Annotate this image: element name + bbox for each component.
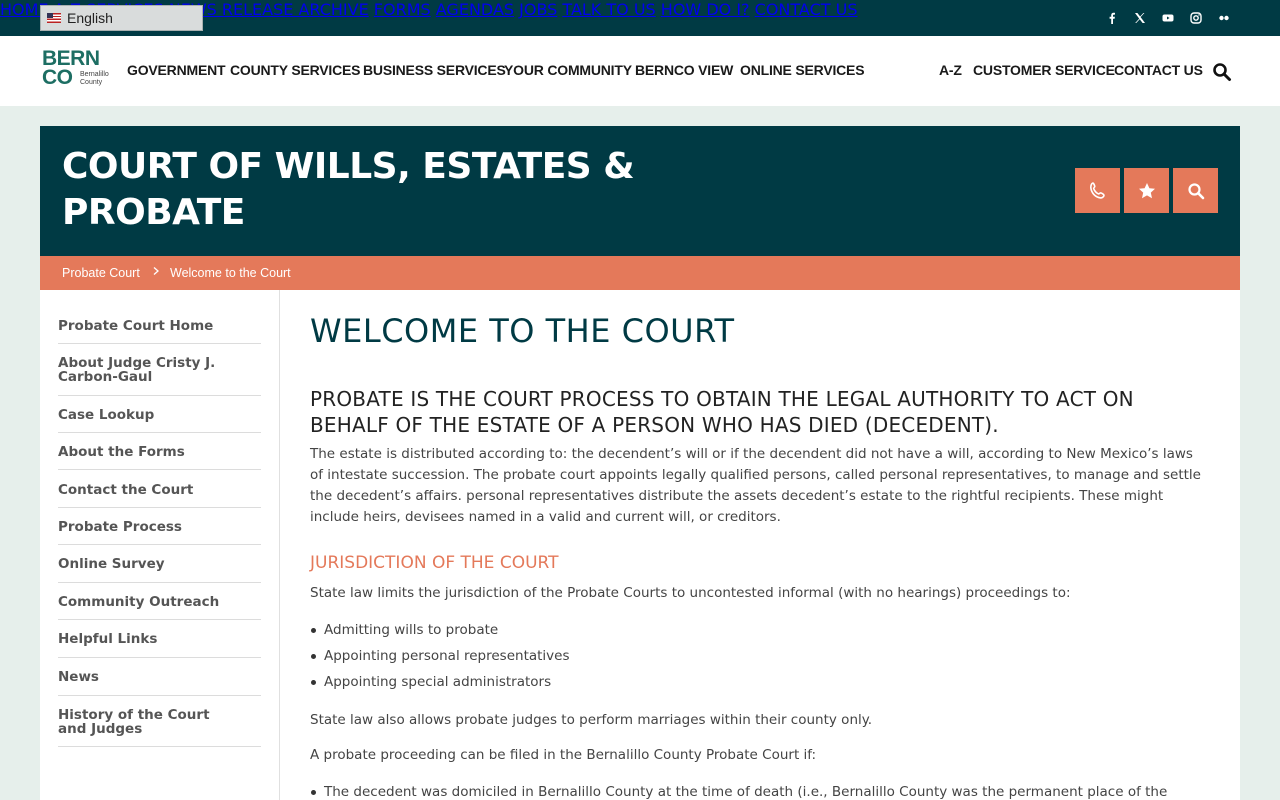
facebook-icon[interactable]	[1104, 10, 1120, 26]
filing-list: The decedent was domiciled in Bernalillo…	[310, 782, 1167, 800]
sidebar-item-label: Case Lookup	[58, 407, 155, 423]
logo-subtext: Bernalillo County	[80, 71, 109, 86]
sidebar-nav: Probate Court Home About Judge Cristy J.…	[40, 290, 280, 800]
util-nav-forms[interactable]: FORMS	[374, 0, 431, 19]
nav-county-services[interactable]: COUNTY SERVICES	[230, 62, 360, 78]
bernco-logo[interactable]: BERN CO Bernalillo County	[42, 48, 116, 88]
page-banner: COURT OF WILLS, ESTATES & PROBATE	[40, 126, 1240, 256]
x-icon[interactable]	[1132, 10, 1148, 26]
sidebar-item-about-judge[interactable]: About Judge Cristy J. Carbon-Gaul	[58, 344, 261, 396]
util-nav-talk-to-us[interactable]: TALK TO US	[562, 0, 655, 19]
nav-online-services[interactable]: ONLINE SERVICES	[740, 62, 865, 78]
chevron-right-icon	[151, 264, 161, 281]
breadcrumb: Probate Court Welcome to the Court	[40, 256, 1240, 290]
star-icon	[1138, 182, 1155, 198]
flickr-icon[interactable]	[1216, 10, 1232, 26]
page-title: WELCOME TO THE COURT	[310, 312, 735, 350]
nav-customer-service[interactable]: CUSTOMER SERVICE	[973, 62, 1115, 78]
nav-your-community[interactable]: YOUR COMMUNITY	[504, 62, 632, 78]
list-item: The decedent was domiciled in Bernalillo…	[310, 782, 1167, 800]
marriage-text: State law also allows probate judges to …	[310, 712, 873, 728]
sidebar-item-label: Helpful Links	[58, 631, 158, 647]
banner-search-button[interactable]	[1173, 168, 1218, 213]
nav-government[interactable]: GOVERNMENT	[127, 62, 226, 78]
nav-business-services[interactable]: BUSINESS SERVICES	[363, 62, 506, 78]
sidebar-item-label: About Judge Cristy J. Carbon-Gaul	[58, 355, 216, 385]
sidebar-item-label: Probate Court Home	[58, 318, 214, 334]
nav-contact-us[interactable]: CONTACT US	[1114, 62, 1203, 78]
sidebar-item-label: About the Forms	[58, 444, 185, 460]
favorite-button[interactable]	[1124, 168, 1169, 213]
filing-text: A probate proceeding can be filed in the…	[310, 747, 817, 763]
search-icon[interactable]	[1212, 62, 1232, 82]
list-item: Admitting wills to probate	[311, 620, 570, 646]
sidebar-item-contact[interactable]: Contact the Court	[58, 470, 261, 508]
jurisdiction-heading: JURISDICTION OF THE COURT	[310, 553, 559, 573]
sidebar-item-case-lookup[interactable]: Case Lookup	[58, 396, 261, 433]
util-nav-contact-us[interactable]: CONTACT US	[755, 0, 858, 19]
sidebar-item-helpful-links[interactable]: Helpful Links	[58, 620, 261, 658]
sidebar-item-home[interactable]: Probate Court Home	[58, 310, 261, 344]
jurisdiction-text: State law limits the jurisdiction of the…	[310, 585, 1071, 601]
phone-button[interactable]	[1075, 168, 1120, 213]
language-label: English	[67, 10, 113, 26]
list-item: Appointing special administrators	[311, 672, 570, 698]
util-nav-jobs[interactable]: JOBS	[519, 0, 557, 19]
util-nav-agendas[interactable]: AGENDAS	[436, 0, 514, 19]
intro-paragraph: The estate is distributed according to: …	[310, 446, 1201, 525]
phone-icon	[1089, 181, 1105, 199]
sidebar-item-probate-process[interactable]: Probate Process	[58, 508, 261, 545]
sidebar-item-label: News	[58, 669, 99, 685]
list-item: Appointing personal representatives	[311, 646, 570, 672]
utility-bar: English HOME A-Z SERVICES NEWS RELEASE A…	[0, 0, 1280, 36]
breadcrumb-current: Welcome to the Court	[170, 266, 291, 280]
us-flag-icon	[47, 13, 61, 23]
banner-title: COURT OF WILLS, ESTATES & PROBATE	[62, 146, 635, 233]
sidebar-item-label: Probate Process	[58, 519, 182, 535]
sidebar-item-label: History of the Court and Judges	[58, 707, 210, 737]
sidebar-item-label: Community Outreach	[58, 594, 220, 610]
sidebar-item-about-forms[interactable]: About the Forms	[58, 433, 261, 470]
language-select[interactable]: English	[40, 5, 203, 31]
nav-bernco-view[interactable]: BERNCO VIEW	[635, 62, 733, 78]
sidebar-item-community-outreach[interactable]: Community Outreach	[58, 583, 261, 620]
page-subtitle: PROBATE IS THE COURT PROCESS TO OBTAIN T…	[310, 387, 1134, 437]
instagram-icon[interactable]	[1188, 10, 1204, 26]
youtube-icon[interactable]	[1160, 10, 1176, 26]
nav-a-z[interactable]: A-Z	[939, 62, 962, 78]
sidebar-item-label: Online Survey	[58, 556, 165, 572]
util-nav-how-do-i[interactable]: HOW DO I?	[661, 0, 750, 19]
search-icon	[1187, 182, 1204, 199]
jurisdiction-list: Admitting wills to probate Appointing pe…	[311, 620, 570, 698]
sidebar-item-history[interactable]: History of the Court and Judges	[58, 696, 261, 747]
sidebar-item-label: Contact the Court	[58, 482, 194, 498]
content-area: Probate Court Home About Judge Cristy J.…	[40, 290, 1240, 800]
breadcrumb-probate-court[interactable]: Probate Court	[62, 266, 140, 280]
sidebar-item-news[interactable]: News	[58, 658, 261, 696]
logo-line-2: CO	[42, 66, 73, 89]
sidebar-item-online-survey[interactable]: Online Survey	[58, 545, 261, 583]
